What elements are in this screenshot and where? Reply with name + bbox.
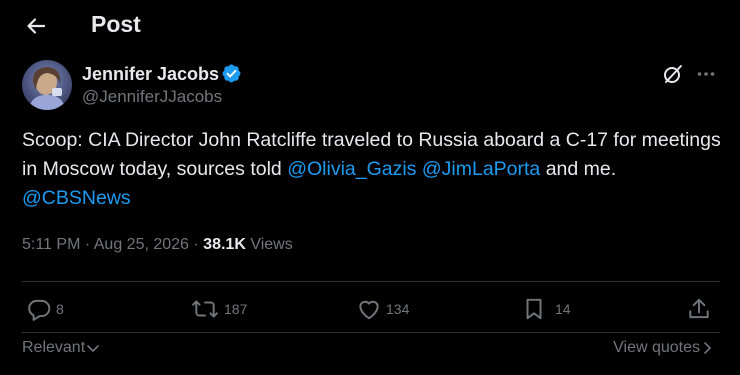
avatar[interactable]: [22, 60, 72, 110]
verified-badge-icon: [222, 64, 241, 83]
repost-icon: [192, 300, 218, 318]
header-bar: Post: [0, 0, 740, 52]
grok-icon: [664, 65, 682, 83]
more-options-button[interactable]: [693, 61, 719, 87]
tweet-text: Scoop: CIA Director John Ratcliffe trave…: [22, 126, 722, 213]
reply-button[interactable]: 8: [26, 294, 64, 324]
meta-separator: ·: [188, 236, 204, 253]
tweet-date[interactable]: Aug 25, 2026: [94, 236, 189, 253]
more-icon: [697, 72, 715, 76]
reply-icon: [28, 299, 51, 321]
view-quotes-link[interactable]: View quotes: [613, 339, 714, 357]
like-count: 134: [386, 301, 410, 317]
bookmark-icon: [526, 298, 542, 320]
back-arrow-icon: [27, 18, 46, 34]
like-button[interactable]: 134: [356, 294, 409, 324]
author-name[interactable]: Jennifer Jacobs: [82, 64, 219, 85]
views-count: 38.1K: [203, 236, 246, 253]
reply-sort-dropdown[interactable]: Relevant: [22, 339, 101, 357]
chevron-right-icon: [704, 342, 711, 354]
tweet-meta: 5:11 PM · Aug 25, 2026 · 38.1K Views: [22, 236, 293, 254]
back-button[interactable]: [20, 12, 52, 40]
repost-button[interactable]: 187: [190, 294, 247, 324]
grok-button[interactable]: [660, 61, 686, 87]
tweet-text-segment: and me.: [540, 158, 617, 180]
bookmark-count: 14: [555, 301, 571, 317]
author-handle[interactable]: @JenniferJJacobs: [82, 87, 222, 107]
share-icon: [689, 298, 709, 319]
avatar-image: [22, 60, 72, 110]
meta-separator: ·: [80, 236, 94, 253]
reply-count: 8: [56, 301, 64, 317]
chevron-down-icon: [87, 345, 99, 352]
like-icon: [359, 300, 379, 320]
tweet-time[interactable]: 5:11 PM: [22, 236, 80, 253]
bookmark-button[interactable]: 14: [521, 294, 571, 324]
views-label: Views: [245, 236, 293, 253]
share-button[interactable]: [686, 294, 712, 324]
view-quotes-label: View quotes: [613, 339, 700, 356]
mention-link-olivia-gazis[interactable]: @Olivia_Gazis: [287, 158, 416, 180]
repost-count: 187: [224, 301, 248, 317]
divider: [22, 332, 720, 333]
reply-sort-label: Relevant: [22, 339, 86, 356]
mention-link-cbsnews[interactable]: @CBSNews: [22, 187, 131, 209]
mention-link-jimlaporta[interactable]: @JimLaPorta: [422, 158, 540, 180]
divider: [22, 281, 720, 282]
page-title: Post: [91, 11, 141, 37]
